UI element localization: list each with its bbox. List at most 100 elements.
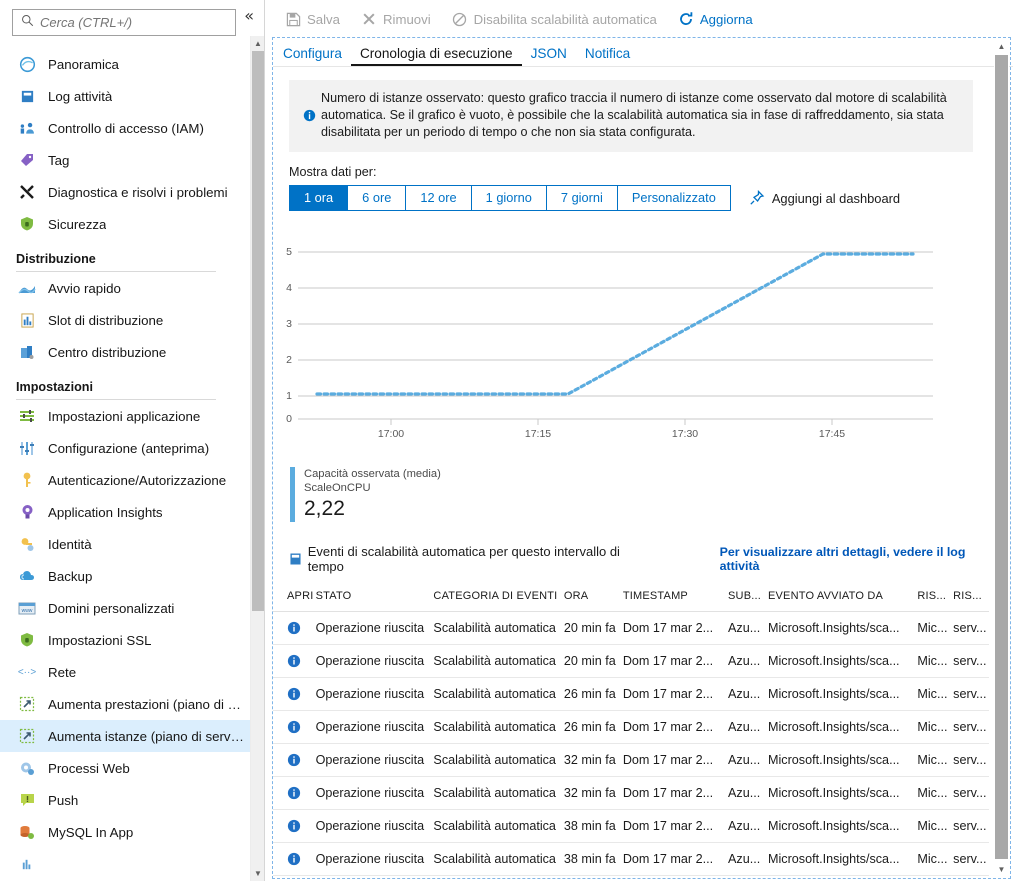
discard-button[interactable]: Rimuovi	[360, 10, 431, 28]
sidebar-item-aumenta-prestazioni[interactable]: Aumenta prestazioni (piano di s...	[0, 688, 250, 720]
add-to-dashboard-label: Aggiungi al dashboard	[771, 190, 901, 206]
scroll-up-arrow-icon[interactable]: ▲	[994, 39, 1009, 54]
toolbar-item-label: Salva	[307, 11, 340, 27]
info-icon[interactable]	[287, 687, 316, 701]
info-icon	[299, 90, 319, 141]
column-header-ris-1[interactable]: RIS...	[917, 590, 953, 612]
sidebar-item-autenticazione[interactable]: Autenticazione/Autorizzazione	[0, 464, 250, 496]
row-expand-cell[interactable]	[273, 711, 316, 744]
tab-notifica[interactable]: Notifica	[576, 46, 639, 66]
add-to-dashboard-button[interactable]: Aggiungi al dashboard	[749, 190, 900, 206]
table-row[interactable]: Operazione riuscita Scalabilità automati…	[273, 810, 989, 843]
save-button[interactable]: Salva	[284, 10, 340, 28]
column-header-ora[interactable]: ORA	[564, 590, 623, 612]
table-row[interactable]: Operazione riuscita Scalabilità automati…	[273, 711, 989, 744]
range-option-12-ore[interactable]: 12 ore	[406, 186, 472, 210]
content-scrollbar-thumb[interactable]	[995, 55, 1008, 859]
scroll-down-arrow-icon[interactable]: ▼	[994, 862, 1009, 877]
sidebar-item-push[interactable]: Push	[0, 784, 250, 816]
column-header-categoria[interactable]: CATEGORIA DI EVENTI	[433, 590, 563, 612]
scroll-down-arrow-icon[interactable]: ▼	[251, 866, 265, 881]
sidebar-item-log-attivita[interactable]: Log attività	[0, 80, 250, 112]
range-option-personalizzato[interactable]: Personalizzato	[617, 186, 730, 210]
sidebar-item-centro-distribuzione[interactable]: Centro distribuzione	[0, 336, 250, 368]
range-option-1-ora[interactable]: 1 ora	[290, 186, 349, 210]
table-row[interactable]: Operazione riuscita Scalabilità automati…	[273, 744, 989, 777]
activity-log-link[interactable]: Per visualizzare altri dettagli, vedere …	[720, 545, 989, 573]
sidebar-item-backup[interactable]: Backup	[0, 560, 250, 592]
table-row[interactable]: Operazione riuscita Scalabilità automati…	[273, 843, 989, 876]
table-row[interactable]: Operazione riuscita Scalabilità automati…	[273, 612, 989, 645]
scroll-up-arrow-icon[interactable]: ▲	[251, 36, 265, 51]
time-range-selector: 1 ora 6 ore 12 ore 1 giorno 7 giorni Per…	[289, 185, 731, 211]
range-option-1-giorno[interactable]: 1 giorno	[471, 186, 547, 210]
range-option-6-ore[interactable]: 6 ore	[348, 186, 407, 210]
table-row[interactable]: Operazione riuscita Scalabilità automati…	[273, 678, 989, 711]
table-row[interactable]: Operazione riuscita Scalabilità automati…	[273, 777, 989, 810]
row-expand-cell[interactable]	[273, 678, 316, 711]
row-expand-cell[interactable]	[273, 777, 316, 810]
sidebar-item-application-insights[interactable]: Application Insights	[0, 496, 250, 528]
range-option-7-giorni[interactable]: 7 giorni	[546, 186, 618, 210]
events-section-header: Eventi di scalabilità automatica per que…	[287, 544, 989, 574]
cell-ris-1: Mic...	[917, 786, 948, 800]
info-icon[interactable]	[287, 753, 316, 767]
sidebar-scrollbar[interactable]: ▲ ▼	[250, 36, 264, 881]
info-icon[interactable]	[287, 720, 316, 734]
search-box[interactable]	[12, 9, 236, 36]
info-icon[interactable]	[287, 852, 316, 866]
content-scrollbar[interactable]: ▲ ▼	[994, 39, 1009, 877]
svg-text:<··>: <··>	[18, 667, 36, 678]
row-expand-cell[interactable]	[273, 843, 316, 876]
row-expand-cell[interactable]	[273, 645, 316, 678]
info-icon[interactable]	[287, 621, 316, 635]
sidebar-item-aumenta-istanze[interactable]: Aumenta istanze (piano di servi...	[0, 720, 250, 752]
sidebar-item-identita[interactable]: Identità	[0, 528, 250, 560]
sidebar-item-rete[interactable]: <··> Rete	[0, 656, 250, 688]
info-icon[interactable]	[287, 819, 316, 833]
column-header-sub[interactable]: SUB...	[728, 590, 768, 612]
sidebar-item-slot-distribuzione[interactable]: Slot di distribuzione	[0, 304, 250, 336]
sidebar-item-controllo-accesso[interactable]: Controllo di accesso (IAM)	[0, 112, 250, 144]
cell-ris-1: Mic...	[917, 687, 948, 701]
sidebar-item-sicurezza[interactable]: Sicurezza	[0, 208, 250, 240]
refresh-icon	[677, 10, 695, 28]
tab-json[interactable]: JSON	[522, 46, 576, 66]
cell-evento: Microsoft.Insights/sca...	[767, 819, 900, 833]
tab-cronologia-di-esecuzione[interactable]: Cronologia di esecuzione	[350, 46, 522, 66]
sidebar-item-domini-personalizzati[interactable]: www Domini personalizzati	[0, 592, 250, 624]
refresh-button[interactable]: Aggiorna	[677, 10, 753, 28]
sidebar-item-impostazioni-applicazione[interactable]: Impostazioni applicazione	[0, 400, 250, 432]
info-icon[interactable]	[287, 654, 316, 668]
legend-color-swatch	[290, 467, 295, 522]
column-header-ris-2[interactable]: RIS...	[953, 590, 989, 612]
table-row[interactable]: Operazione riuscita Scalabilità automati…	[273, 645, 989, 678]
collapse-menu-button[interactable]: «	[240, 6, 258, 26]
sidebar-item-configurazione[interactable]: Configurazione (anteprima)	[0, 432, 250, 464]
column-header-apri[interactable]: APRI	[273, 590, 316, 612]
sidebar-item-tag[interactable]: Tag	[0, 144, 250, 176]
row-expand-cell[interactable]	[273, 612, 316, 645]
search-input[interactable]	[40, 15, 220, 30]
column-header-evento-avviato-da[interactable]: EVENTO AVVIATO DA	[768, 590, 917, 612]
sidebar-item-diagnostica[interactable]: Diagnostica e risolvi i problemi	[0, 176, 250, 208]
sidebar-item-label: Aumenta istanze (piano di servi...	[48, 728, 244, 744]
sidebar-item-avvio-rapido[interactable]: Avvio rapido	[0, 272, 250, 304]
row-expand-cell[interactable]	[273, 810, 316, 843]
cell-categoria: Scalabilità automatica	[433, 654, 556, 668]
legend-value: 2,22	[304, 497, 345, 520]
tab-configura[interactable]: Configura	[274, 46, 351, 66]
cell-sub: Azu...	[728, 753, 761, 767]
instance-count-chart[interactable]: 5 4 3 2 1 0 17:00 17:15 17:30 17:45	[273, 233, 989, 463]
sidebar-item-panoramica[interactable]: Panoramica	[0, 48, 250, 80]
info-icon[interactable]	[287, 786, 316, 800]
sidebar-item-partial[interactable]	[0, 848, 250, 880]
row-expand-cell[interactable]	[273, 744, 316, 777]
sidebar-item-processi-web[interactable]: Processi Web	[0, 752, 250, 784]
sidebar-scrollbar-thumb[interactable]	[252, 51, 264, 611]
column-header-stato[interactable]: STATO	[316, 590, 434, 612]
disable-autoscale-button[interactable]: Disabilita scalabilità automatica	[451, 10, 657, 28]
column-header-timestamp[interactable]: TIMESTAMP	[623, 590, 728, 612]
sidebar-item-mysql-in-app[interactable]: MySQL In App	[0, 816, 250, 848]
sidebar-item-impostazioni-ssl[interactable]: Impostazioni SSL	[0, 624, 250, 656]
